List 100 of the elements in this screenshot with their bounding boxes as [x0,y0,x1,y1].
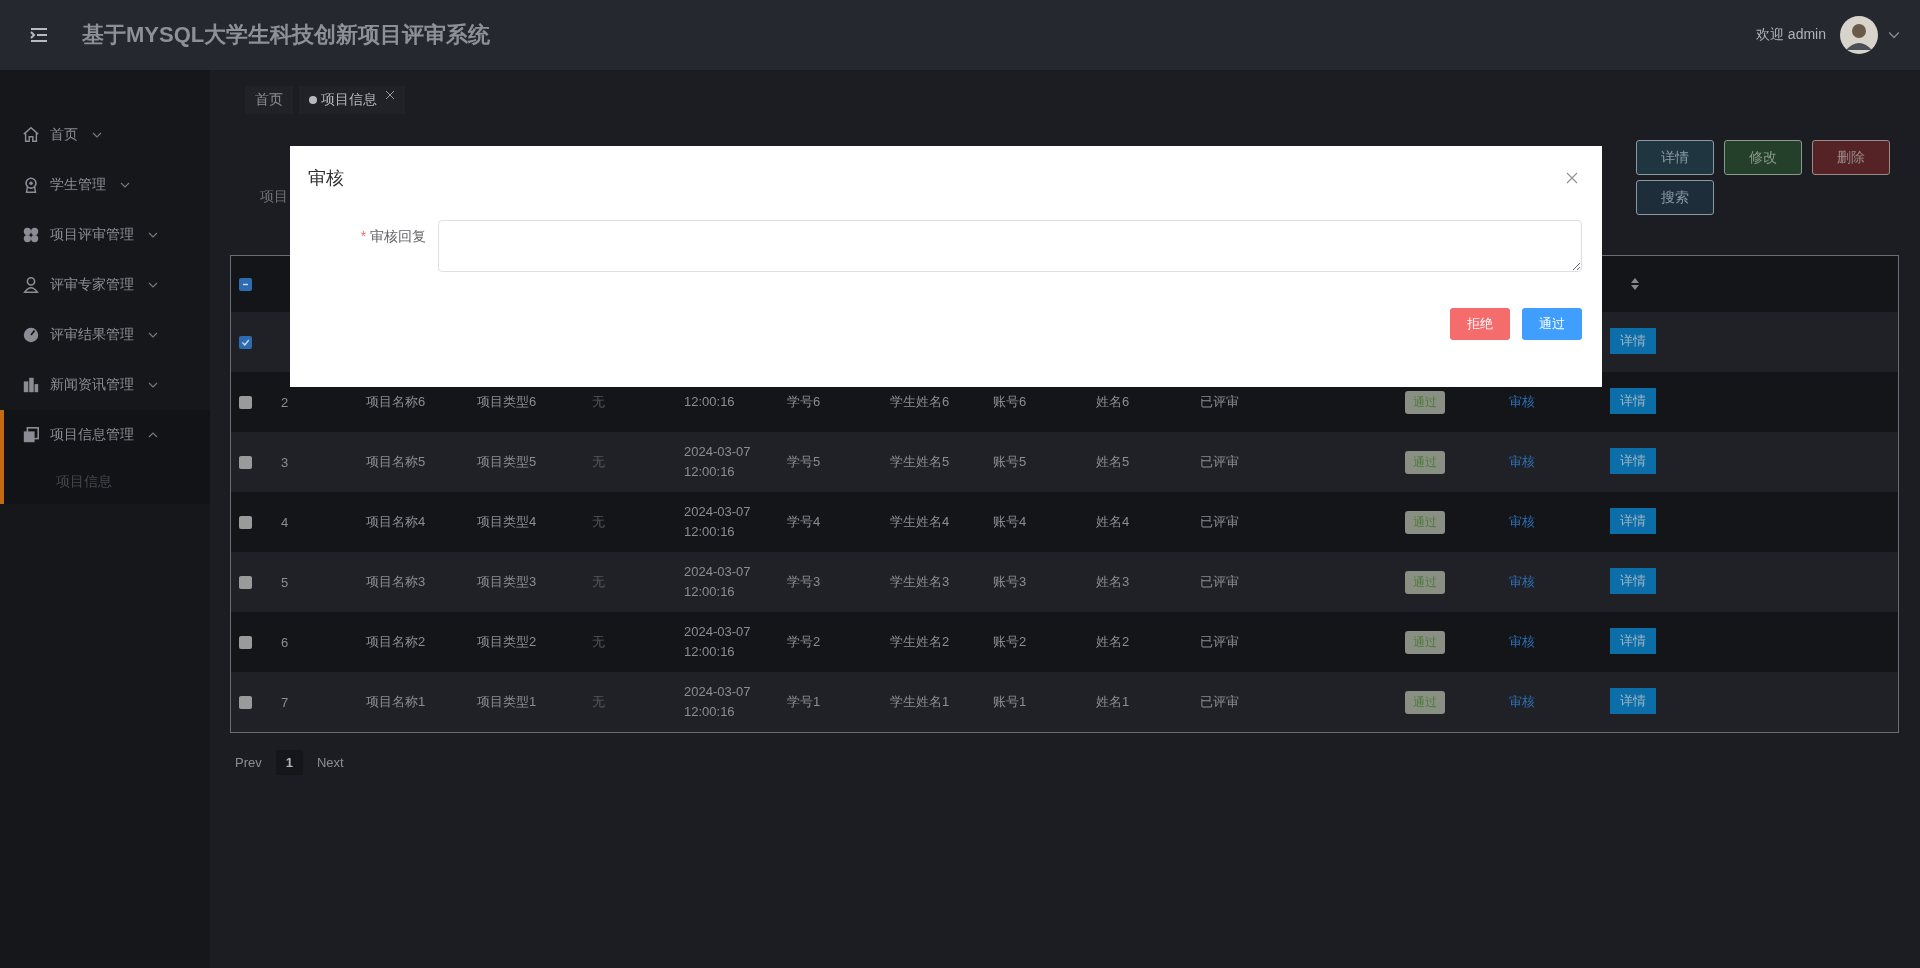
review-link[interactable]: 审核 [1509,513,1535,531]
sidebar-item[interactable]: 评审专家管理 [4,260,210,310]
table-cell-text: 学生姓名2 [890,633,951,651]
table-cell-text: 学号4 [787,513,822,531]
status-badge: 通过 [1405,690,1445,714]
menu-item-icon [22,176,40,194]
page-tab[interactable]: 首页 [245,86,293,114]
sidebar-item[interactable]: 评审结果管理 [4,310,210,360]
table-cell-text: 项目名称4 [366,513,427,531]
sidebar-item[interactable]: 项目评审管理 [4,210,210,260]
table-cell-text: 姓名6 [1096,393,1131,411]
chevron-icon [148,380,158,390]
table-cell-text: 学生姓名6 [890,393,951,411]
sidebar-item[interactable]: 首页 [4,110,210,160]
table-cell-text: 学号1 [787,693,822,711]
table-cell-text: 学号5 [787,453,822,471]
chevron-icon [148,230,158,240]
table-cell-text: 姓名3 [1096,573,1131,591]
date-cell-text: 12:00:16 [684,393,736,411]
toolbar-button[interactable]: 详情 [1636,140,1714,175]
sidebar-item[interactable]: 新闻资讯管理 [4,360,210,410]
table-cell-text: 账号1 [993,693,1028,711]
close-icon[interactable] [1566,172,1578,184]
search-button[interactable]: 搜索 [1636,180,1714,215]
date-cell-text: 2024-03-07 12:00:16 [684,683,752,721]
table-cell-text: 3 [281,454,290,470]
detail-button[interactable]: 详情 [1610,448,1656,474]
table-cell-text: 账号5 [993,453,1028,471]
detail-button[interactable]: 详情 [1610,508,1656,534]
row-checkbox[interactable] [239,455,252,469]
review-link[interactable]: 审核 [1509,693,1535,711]
table-cell-text: 项目类型2 [477,633,538,651]
table-cell-text: 账号3 [993,573,1028,591]
row-checkbox[interactable] [239,635,252,649]
page-tab[interactable]: 项目信息 [299,86,405,114]
table-cell-text: 学生姓名4 [890,513,951,531]
chevron-icon [1888,29,1900,41]
review-link[interactable]: 审核 [1509,453,1535,471]
table-cell-text: 账号6 [993,393,1028,411]
table-cell-text: 项目名称3 [366,573,427,591]
sidebar-item[interactable]: 项目信息管理 [4,410,210,460]
table-cell-text: 项目名称1 [366,693,427,711]
close-icon[interactable] [385,90,395,100]
date-cell-text: 2024-03-07 12:00:16 [684,563,752,601]
sidebar-item[interactable]: 学生管理 [4,160,210,210]
next-link[interactable]: Next [316,755,344,770]
table-cell-text: 已评审 [1200,633,1240,651]
detail-button[interactable]: 详情 [1610,628,1656,654]
menu-icon[interactable] [30,27,48,43]
page-number[interactable]: 1 [275,750,303,775]
detail-button[interactable]: 详情 [1610,568,1656,594]
table-cell-text: 已评审 [1200,393,1240,411]
date-cell-text: 2024-03-07 12:00:16 [684,443,752,481]
row-checkbox[interactable] [239,395,252,409]
table-cell-text: 学生姓名5 [890,453,951,471]
table-cell-text: 项目名称6 [366,393,427,411]
review-link[interactable]: 审核 [1509,573,1535,591]
table-cell-text: 已评审 [1200,453,1240,471]
row-checkbox[interactable] [239,575,252,589]
review-link[interactable]: 审核 [1509,633,1535,651]
table-cell-text: 无 [592,633,606,651]
dot-icon [309,96,317,104]
row-checkbox[interactable] [239,335,252,349]
prev-link[interactable]: Prev [235,755,262,770]
table-cell-text: 无 [592,513,606,531]
status-badge: 通过 [1405,510,1445,534]
status-badge: 通过 [1405,570,1445,594]
menu-item-icon [22,226,40,244]
menu-item-icon [22,126,40,144]
sort-icon[interactable] [1630,277,1640,291]
table-cell-text: 账号4 [993,513,1028,531]
table-cell-text: 无 [592,393,606,411]
select-all-checkbox[interactable] [239,277,252,291]
row-checkbox[interactable] [239,515,252,529]
chevron-icon [92,130,102,140]
chevron-icon [148,280,158,290]
table-cell-text: 已评审 [1200,693,1240,711]
avatar-icon[interactable] [1840,16,1878,54]
status-badge: 通过 [1405,630,1445,654]
chevron-icon [148,430,158,440]
table-cell-text: 姓名2 [1096,633,1131,651]
row-checkbox[interactable] [239,695,252,709]
status-badge: 通过 [1405,450,1445,474]
reply-field[interactable] [438,220,1582,272]
detail-button[interactable]: 详情 [1610,388,1656,414]
detail-button[interactable]: 详情 [1610,688,1656,714]
review-link[interactable]: 审核 [1509,393,1535,411]
chevron-icon [120,180,130,190]
toolbar-button[interactable]: 修改 [1724,140,1802,175]
reject-button[interactable]: 拒绝 [1450,308,1510,340]
table-cell-text: 学号6 [787,393,822,411]
toolbar-button[interactable]: 删除 [1812,140,1890,175]
detail-button[interactable]: 详情 [1610,328,1656,354]
welcome-text: 欢迎 admin [1755,26,1826,44]
table-cell-text: 已评审 [1200,513,1240,531]
menu-item-icon [22,376,40,394]
date-cell-text: 2024-03-07 12:00:16 [684,503,752,541]
table-cell-text: 姓名4 [1096,513,1131,531]
table-cell-text: 4 [281,514,290,530]
approve-button[interactable]: 通过 [1522,308,1582,340]
